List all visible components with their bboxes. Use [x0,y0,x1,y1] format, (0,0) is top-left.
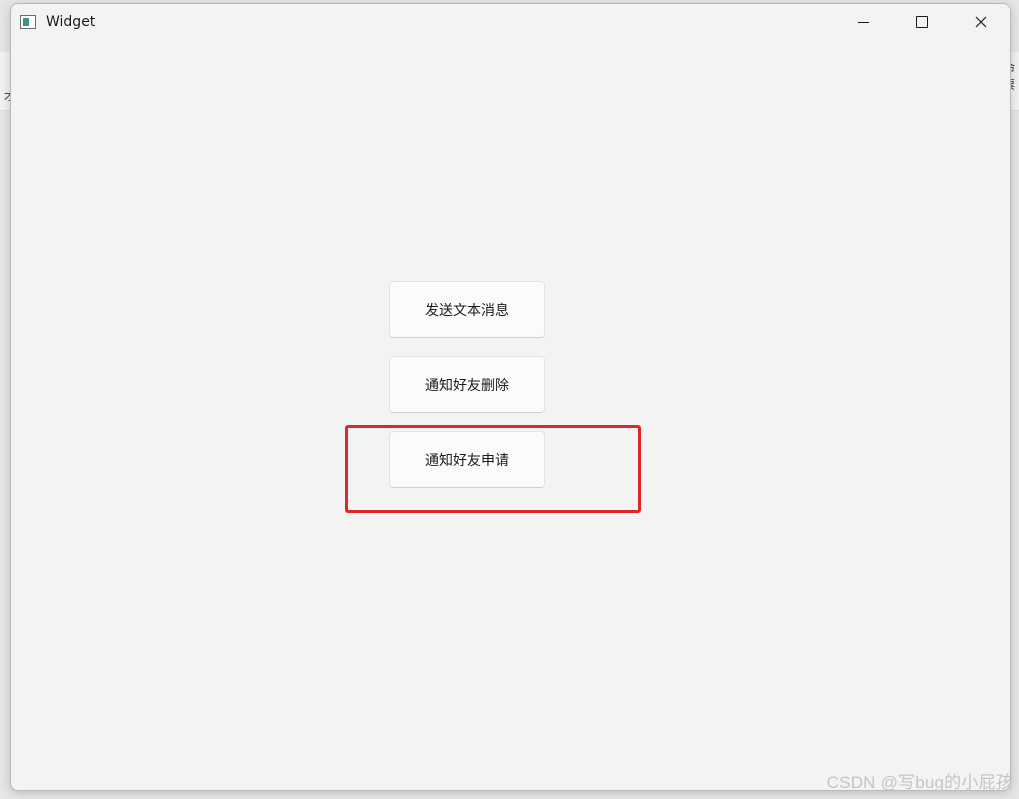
close-icon [975,16,987,28]
notify-friend-delete-button[interactable]: 通知好友删除 [389,356,545,413]
maximize-icon [916,16,928,28]
minimize-icon [857,21,869,23]
widget-window: Widget 发送文本消息 通知好友删除 通知好友申请 [10,3,1011,791]
title-bar[interactable]: Widget [11,4,1010,40]
notify-friend-request-button[interactable]: 通知好友申请 [389,431,545,488]
app-window-icon [20,15,36,29]
send-text-message-button[interactable]: 发送文本消息 [389,281,545,338]
maximize-button[interactable] [899,4,945,40]
window-title: Widget [46,14,96,30]
close-button[interactable] [958,4,1004,40]
minimize-button[interactable] [840,4,886,40]
watermark: CSDN @写bug的小屁孩 [826,773,1013,792]
